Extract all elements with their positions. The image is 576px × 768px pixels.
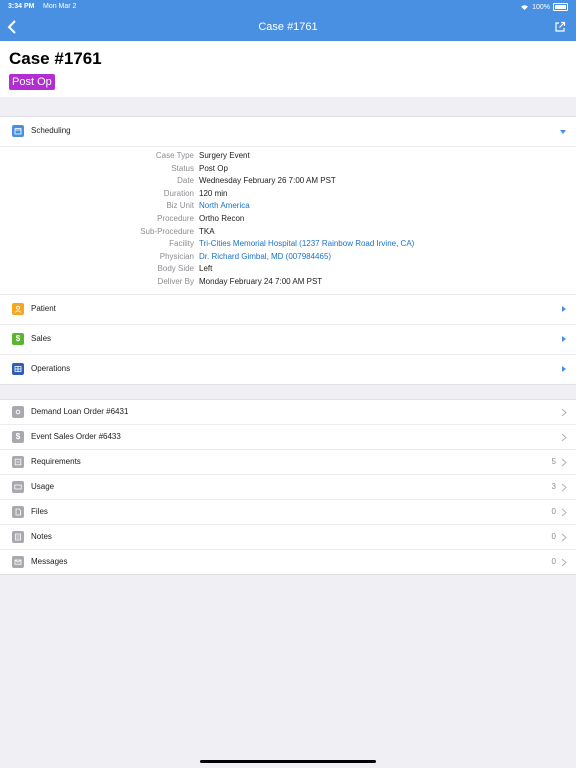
list-item-label: Event Sales Order #6433 xyxy=(31,432,121,441)
detail-row: Physician Dr. Richard Gimbal, MD (0079844… xyxy=(0,252,576,265)
section-operations[interactable]: Operations xyxy=(0,355,576,384)
detail-row: Facility Tri-Cities Memorial Hospital (12… xyxy=(0,239,576,252)
section-scheduling[interactable]: Scheduling xyxy=(0,117,576,147)
navigation-bar: 3:34 PM Mon Mar 2 100% Case #1761 xyxy=(0,0,576,41)
keyboard-icon xyxy=(12,481,24,493)
caret-right-icon xyxy=(562,365,566,372)
chevron-right-icon xyxy=(561,508,567,517)
sections-card: Scheduling Case Type Surgery Event Status… xyxy=(0,116,576,385)
list-item-label: Requirements xyxy=(31,457,81,466)
status-date: Mon Mar 2 xyxy=(43,3,77,10)
detail-value: Surgery Event xyxy=(199,151,250,160)
detail-row: Date Wednesday February 26 7:00 AM PST xyxy=(0,176,576,189)
list-item-notes[interactable]: Notes 0 xyxy=(0,525,576,550)
detail-label: Deliver By xyxy=(157,276,194,286)
detail-label: Body Side xyxy=(157,264,194,274)
list-item-label: Usage xyxy=(31,482,55,491)
section-patient[interactable]: Patient xyxy=(0,295,576,325)
list-item-count: 3 xyxy=(551,482,556,491)
list-item-usage[interactable]: Usage 3 xyxy=(0,475,576,500)
battery-icon xyxy=(553,3,568,11)
detail-value: TKA xyxy=(199,226,215,236)
gear-icon xyxy=(12,406,24,418)
operations-icon xyxy=(12,362,24,375)
detail-row: Biz Unit North America xyxy=(0,201,576,214)
related-card: Demand Loan Order #6431 $ Event Sales Or… xyxy=(0,399,576,575)
home-indicator[interactable] xyxy=(200,760,376,763)
detail-label: Facility xyxy=(169,239,194,249)
checklist-icon xyxy=(12,456,24,468)
chevron-right-icon xyxy=(561,458,567,467)
chevron-right-icon xyxy=(561,483,567,492)
list-item-demand-loan-order[interactable]: Demand Loan Order #6431 xyxy=(0,400,576,425)
list-item-count: 0 xyxy=(551,507,556,516)
detail-row: Procedure Ortho Recon xyxy=(0,214,576,227)
chevron-right-icon xyxy=(561,408,567,417)
detail-value: Left xyxy=(199,264,213,274)
detail-label: Status xyxy=(171,163,194,173)
wifi-icon xyxy=(521,5,529,10)
detail-row: Sub-Procedure TKA xyxy=(0,227,576,240)
chevron-right-icon xyxy=(561,433,567,442)
section-label: Operations xyxy=(31,363,71,373)
nav-title: Case #1761 xyxy=(258,21,318,33)
list-item-files[interactable]: Files 0 xyxy=(0,500,576,525)
file-icon xyxy=(12,506,24,518)
physician-link[interactable]: Dr. Richard Gimbal, MD (007984465) xyxy=(199,252,331,261)
list-item-requirements[interactable]: Requirements 5 xyxy=(0,450,576,475)
list-item-label: Demand Loan Order #6431 xyxy=(31,407,129,416)
facility-link[interactable]: Tri-Cities Memorial Hospital (1237 Rainb… xyxy=(199,239,414,248)
calendar-icon xyxy=(12,125,24,137)
chevron-right-icon xyxy=(561,558,567,567)
caret-right-icon xyxy=(562,305,566,312)
section-label: Patient xyxy=(31,303,56,313)
detail-row: Case Type Surgery Event xyxy=(0,151,576,164)
scheduling-details: Case Type Surgery Event Status Post Op Dat… xyxy=(0,147,576,295)
biz-unit-link[interactable]: North America xyxy=(199,201,250,210)
dollar-icon: $ xyxy=(12,332,24,345)
page-title: Case #1761 xyxy=(9,49,102,68)
status-badge: Post Op xyxy=(9,74,55,90)
detail-label: Physician xyxy=(159,251,194,261)
detail-row: Body Side Left xyxy=(0,264,576,277)
list-item-label: Notes xyxy=(31,532,52,541)
list-item-label: Messages xyxy=(31,557,68,566)
section-sales[interactable]: $ Sales xyxy=(0,325,576,355)
detail-label: Procedure xyxy=(157,213,194,223)
detail-label: Duration xyxy=(163,188,194,198)
section-label: Sales xyxy=(31,333,52,343)
caret-down-icon xyxy=(560,130,566,134)
list-item-count: 5 xyxy=(551,457,556,466)
status-indicators: 100% xyxy=(520,3,568,11)
envelope-icon xyxy=(12,556,24,568)
list-item-label: Files xyxy=(31,507,48,516)
detail-value: Ortho Recon xyxy=(199,213,245,223)
detail-row: Duration 120 min xyxy=(0,189,576,202)
detail-label: Biz Unit xyxy=(166,201,194,211)
note-icon xyxy=(12,531,24,543)
battery-percent: 100% xyxy=(532,3,550,11)
detail-row: Deliver By Monday February 24 7:00 AM PST xyxy=(0,277,576,290)
detail-value: Post Op xyxy=(199,163,228,173)
list-item-messages[interactable]: Messages 0 xyxy=(0,550,576,574)
section-label: Scheduling xyxy=(31,126,71,135)
list-item-count: 0 xyxy=(551,557,556,566)
detail-value: Monday February 24 7:00 AM PST xyxy=(199,276,323,286)
detail-value: 120 min xyxy=(199,188,228,198)
case-header: Case #1761 Post Op xyxy=(0,41,576,97)
dollar-icon: $ xyxy=(12,431,24,443)
detail-label: Case Type xyxy=(155,151,194,160)
chevron-right-icon xyxy=(561,533,567,542)
external-link-icon[interactable] xyxy=(554,21,566,33)
detail-label: Date xyxy=(177,176,194,186)
detail-label: Sub-Procedure xyxy=(140,226,194,236)
person-icon xyxy=(12,302,24,315)
status-time: 3:34 PM xyxy=(8,3,35,10)
detail-row: Status Post Op xyxy=(0,164,576,177)
detail-value: Wednesday February 26 7:00 AM PST xyxy=(199,176,336,186)
list-item-count: 0 xyxy=(551,532,556,541)
caret-right-icon xyxy=(562,335,566,342)
list-item-event-sales-order[interactable]: $ Event Sales Order #6433 xyxy=(0,425,576,450)
